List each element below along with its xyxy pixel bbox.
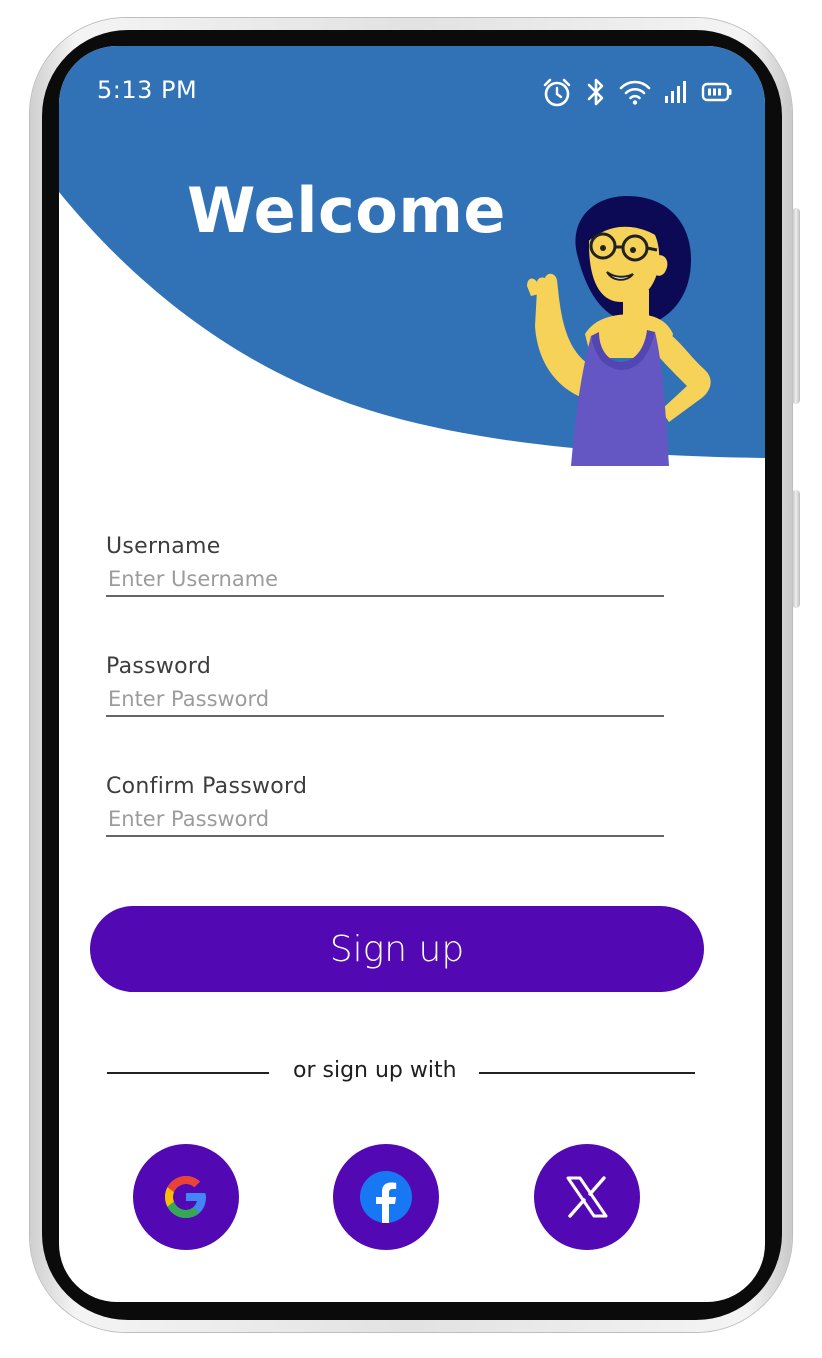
x-icon	[566, 1176, 608, 1218]
confirm-password-input[interactable]	[106, 805, 664, 837]
divider-line-right	[479, 1072, 695, 1074]
username-label: Username	[106, 534, 221, 559]
status-time: 5:13 PM	[97, 76, 198, 104]
facebook-icon	[360, 1171, 412, 1223]
google-icon	[165, 1176, 206, 1218]
divider-text: or sign up with	[293, 1058, 457, 1083]
wifi-icon	[619, 80, 651, 105]
signup-button[interactable]: Sign up	[90, 906, 704, 992]
password-input[interactable]	[106, 685, 664, 717]
battery-icon	[701, 82, 732, 102]
password-group: Password	[106, 654, 664, 717]
username-input[interactable]	[106, 565, 664, 597]
alarm-icon	[543, 78, 571, 107]
google-signup-button[interactable]	[133, 1144, 239, 1250]
username-group: Username	[106, 534, 664, 597]
bluetooth-icon	[587, 78, 604, 106]
facebook-signup-button[interactable]	[333, 1144, 439, 1250]
divider-line-left	[107, 1072, 269, 1074]
confirm-password-label: Confirm Password	[106, 774, 308, 799]
password-label: Password	[106, 654, 212, 679]
waving-woman-illustration	[527, 196, 711, 466]
status-icons	[541, 76, 733, 108]
signal-icon	[665, 81, 686, 103]
page-title: Welcome	[187, 174, 506, 247]
confirm-password-group: Confirm Password	[106, 774, 664, 837]
power-button	[792, 490, 800, 608]
x-signup-button[interactable]	[534, 1144, 640, 1250]
social-divider: or sign up with	[107, 1054, 695, 1090]
volume-button	[792, 208, 800, 404]
status-bar: 5:13 PM	[59, 72, 765, 112]
app-screen: 5:13 PM Welcome Username Enter Username …	[59, 46, 765, 1302]
